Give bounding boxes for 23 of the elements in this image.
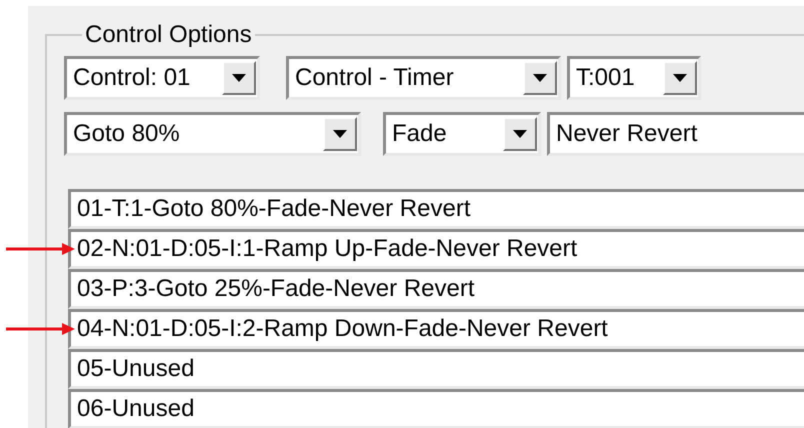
text-field[interactable]: Never Revert — [547, 112, 804, 156]
entry-field[interactable]: 03-P:3-Goto 25%-Fade-Never Revert — [68, 269, 804, 309]
caret-icon — [673, 74, 687, 82]
entry-field[interactable]: 01-T:1-Goto 80%-Fade-Never Revert — [68, 189, 804, 229]
group-title: Control Options — [84, 22, 253, 48]
entry-field[interactable]: 06-Unused — [68, 389, 804, 428]
dropdown-field[interactable]: Fade — [383, 112, 541, 156]
caret-icon — [533, 74, 547, 82]
dropdown-arrow-button[interactable] — [323, 117, 357, 151]
dropdown-arrow-button[interactable] — [663, 61, 697, 95]
caret-icon — [333, 130, 347, 138]
caret-icon — [513, 130, 527, 138]
dropdown-field[interactable]: T:001 — [567, 56, 701, 100]
dropdown-field[interactable]: Control - Timer — [286, 56, 561, 100]
dropdown-field[interactable]: Control: 01 — [64, 56, 260, 100]
entry-field[interactable]: 05-Unused — [68, 349, 804, 389]
entry-field[interactable]: 02-N:01-D:05-I:1-Ramp Up-Fade-Never Revert — [68, 229, 804, 269]
dropdown-arrow-button[interactable] — [523, 61, 557, 95]
caret-icon — [232, 74, 246, 82]
dropdown-arrow-button[interactable] — [222, 61, 256, 95]
entry-field[interactable]: 04-N:01-D:05-I:2-Ramp Down-Fade-Never Revert — [68, 309, 804, 349]
dropdown-arrow-button[interactable] — [503, 117, 537, 151]
dropdown-field[interactable]: Goto 80% — [64, 112, 361, 156]
